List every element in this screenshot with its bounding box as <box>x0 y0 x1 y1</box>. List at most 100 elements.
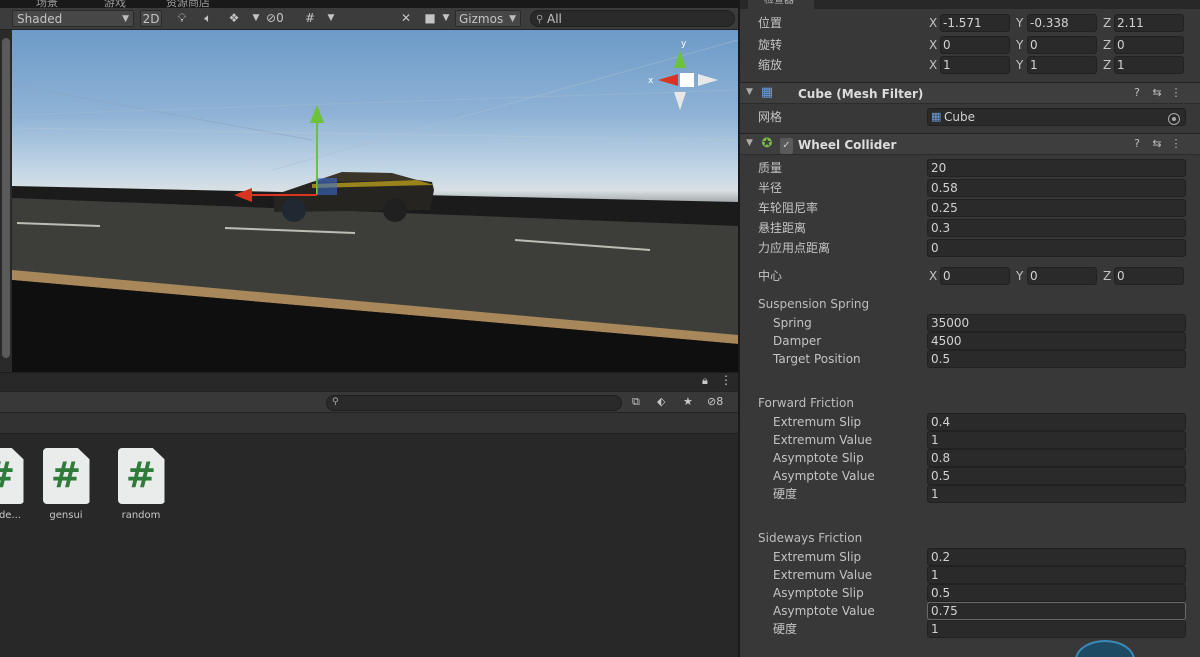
scrollbar-thumb[interactable] <box>2 38 10 358</box>
kebab-menu-icon[interactable]: ⋮ <box>720 373 732 387</box>
tab-scene[interactable]: 场景 <box>36 0 58 8</box>
damper-field[interactable]: 4500 <box>927 332 1186 350</box>
suspension-distance-field[interactable]: 0.3 <box>927 219 1186 237</box>
radius-field[interactable]: 0.58 <box>927 179 1186 197</box>
fwd-extremum-slip-field[interactable]: 0.4 <box>927 413 1186 431</box>
scene-viewport[interactable]: x y <box>12 30 738 372</box>
side-stiffness-row: 硬度 1 <box>740 619 1200 639</box>
overlay-widget[interactable] <box>1075 640 1135 657</box>
side-extremum-slip-field[interactable]: 0.2 <box>927 548 1186 566</box>
hidden-packages-count: 8 <box>716 395 724 408</box>
fwd-stiffness-field[interactable]: 1 <box>927 485 1186 503</box>
search-icon: ⚲ <box>536 14 544 25</box>
foldout-arrow-icon[interactable]: ▼ <box>746 138 753 148</box>
center-z-field[interactable]: 0 <box>1114 267 1184 285</box>
x-axis-label: X <box>929 16 938 30</box>
transform-rotation-row: 旋转 X 0 Y 0 Z 0 <box>740 35 1200 55</box>
rotation-z-field[interactable]: 0 <box>1114 36 1184 54</box>
rotation-x-field[interactable]: 0 <box>940 36 1010 54</box>
kebab-menu-icon[interactable]: ⋮ <box>1170 137 1182 151</box>
object-picker-icon[interactable] <box>1168 113 1180 125</box>
mesh-filter-header[interactable]: ▼ ▦ Cube (Mesh Filter) ? ⇆ ⋮ <box>740 82 1200 104</box>
mesh-object-field[interactable]: ▦ Cube <box>927 108 1186 126</box>
filter-by-type-icon[interactable]: ⧉ <box>632 395 640 409</box>
tag-icon[interactable]: ⬖ <box>657 395 665 408</box>
tools-icon[interactable]: ✕ <box>396 10 416 27</box>
wheel-damping-field[interactable]: 0.25 <box>927 199 1186 217</box>
wheel-damping-row: 车轮阻尼率 0.25 <box>740 198 1200 218</box>
fwd-extremum-value-field[interactable]: 1 <box>927 431 1186 449</box>
kebab-menu-icon[interactable]: ⋮ <box>1170 86 1182 100</box>
project-search-input[interactable]: ⚲ <box>326 395 622 411</box>
y-axis-label: Y <box>1016 58 1024 72</box>
toggle-2d-button[interactable]: 2D <box>140 10 162 27</box>
hidden-objects-toggle[interactable]: ⊘0 <box>266 10 296 27</box>
position-y-field[interactable]: -0.338 <box>1027 14 1097 32</box>
grid-toggle-icon[interactable]: # <box>300 10 320 27</box>
gizmos-label: Gizmos <box>459 12 504 26</box>
mass-field[interactable]: 20 <box>927 159 1186 177</box>
scale-x-field[interactable]: 1 <box>940 56 1010 74</box>
shading-mode-dropdown[interactable]: Shaded ▼ <box>12 10 134 27</box>
wheel-collider-header[interactable]: ▼ ✪ ✓ Wheel Collider ? ⇆ ⋮ <box>740 133 1200 155</box>
inspector-tab[interactable]: 检查器 <box>740 0 1200 9</box>
mesh-filter-title: Cube (Mesh Filter) <box>798 87 924 101</box>
x-axis-label: X <box>929 58 938 72</box>
hierarchy-scrollbar[interactable] <box>0 30 12 372</box>
force-app-distance-field[interactable]: 0 <box>927 239 1186 257</box>
scene-search-placeholder: All <box>547 12 562 26</box>
chevron-down-icon[interactable]: ▼ <box>436 10 456 27</box>
spring-label: Spring <box>773 316 812 330</box>
asset-item[interactable]: # random <box>106 448 176 521</box>
fwd-asymptote-slip-field[interactable]: 0.8 <box>927 449 1186 467</box>
star-icon[interactable]: ★ <box>683 395 693 408</box>
asset-item[interactable]: # gensui <box>31 448 101 521</box>
hidden-packages-toggle[interactable]: ⊘8 <box>707 395 723 408</box>
preset-icon[interactable]: ⇆ <box>1151 86 1163 100</box>
foldout-arrow-icon[interactable]: ▼ <box>746 87 753 97</box>
extremum-slip-label: Extremum Slip <box>773 415 862 429</box>
chevron-down-icon[interactable]: ▼ <box>321 10 341 27</box>
scale-z-field[interactable]: 1 <box>1114 56 1184 74</box>
tab-game[interactable]: 游戏 <box>104 0 126 8</box>
center-y-field[interactable]: 0 <box>1027 267 1097 285</box>
audio-toggle-icon[interactable]: 🔈︎ <box>198 10 218 27</box>
target-position-field[interactable]: 0.5 <box>927 350 1186 368</box>
rotation-y-field[interactable]: 0 <box>1027 36 1097 54</box>
side-asymptote-value-row: Asymptote Value 0.75 <box>740 601 1200 621</box>
scene-tab-strip: 场景 游戏 资源商店 <box>0 0 738 8</box>
radius-label: 半径 <box>758 181 783 195</box>
damper-row: Damper 4500 <box>740 331 1200 351</box>
position-z-field[interactable]: 2.11 <box>1114 14 1184 32</box>
fwd-asymptote-value-field[interactable]: 0.5 <box>927 467 1186 485</box>
tab-asset-store[interactable]: 资源商店 <box>166 0 210 8</box>
side-asymptote-slip-field[interactable]: 0.5 <box>927 584 1186 602</box>
z-axis-label: Z <box>1103 58 1112 72</box>
help-icon[interactable]: ? <box>1131 137 1143 151</box>
orientation-gizmo: x y <box>648 39 718 110</box>
rotation-label: 旋转 <box>758 38 783 52</box>
side-extremum-value-field[interactable]: 1 <box>927 566 1186 584</box>
z-axis-label: Z <box>1103 16 1112 30</box>
y-axis-label: Y <box>1016 16 1024 30</box>
side-asymptote-value-field[interactable]: 0.75 <box>927 602 1186 620</box>
chevron-down-icon: ▼ <box>122 14 129 24</box>
scale-y-field[interactable]: 1 <box>1027 56 1097 74</box>
lighting-toggle-icon[interactable]: 💡︎ <box>172 10 192 27</box>
asymptote-value-label: Asymptote Value <box>773 604 875 618</box>
help-icon[interactable]: ? <box>1131 86 1143 100</box>
gizmos-dropdown[interactable]: Gizmos ▼ <box>455 10 521 27</box>
asset-item[interactable]: # de... <box>0 448 35 521</box>
position-x-field[interactable]: -1.571 <box>940 14 1010 32</box>
hidden-count: 0 <box>276 11 284 25</box>
target-position-label: Target Position <box>773 352 861 366</box>
lock-icon[interactable]: 🔒︎ <box>702 374 708 388</box>
preset-icon[interactable]: ⇆ <box>1151 137 1163 151</box>
enabled-checkbox[interactable]: ✓ <box>780 138 793 154</box>
chevron-down-icon[interactable]: ▼ <box>246 10 266 27</box>
scene-search-input[interactable]: ⚲ All <box>530 10 735 27</box>
center-x-field[interactable]: 0 <box>940 267 1010 285</box>
spring-field[interactable]: 35000 <box>927 314 1186 332</box>
effects-toggle-icon[interactable]: ❖ <box>224 10 244 27</box>
side-stiffness-field[interactable]: 1 <box>927 620 1186 638</box>
